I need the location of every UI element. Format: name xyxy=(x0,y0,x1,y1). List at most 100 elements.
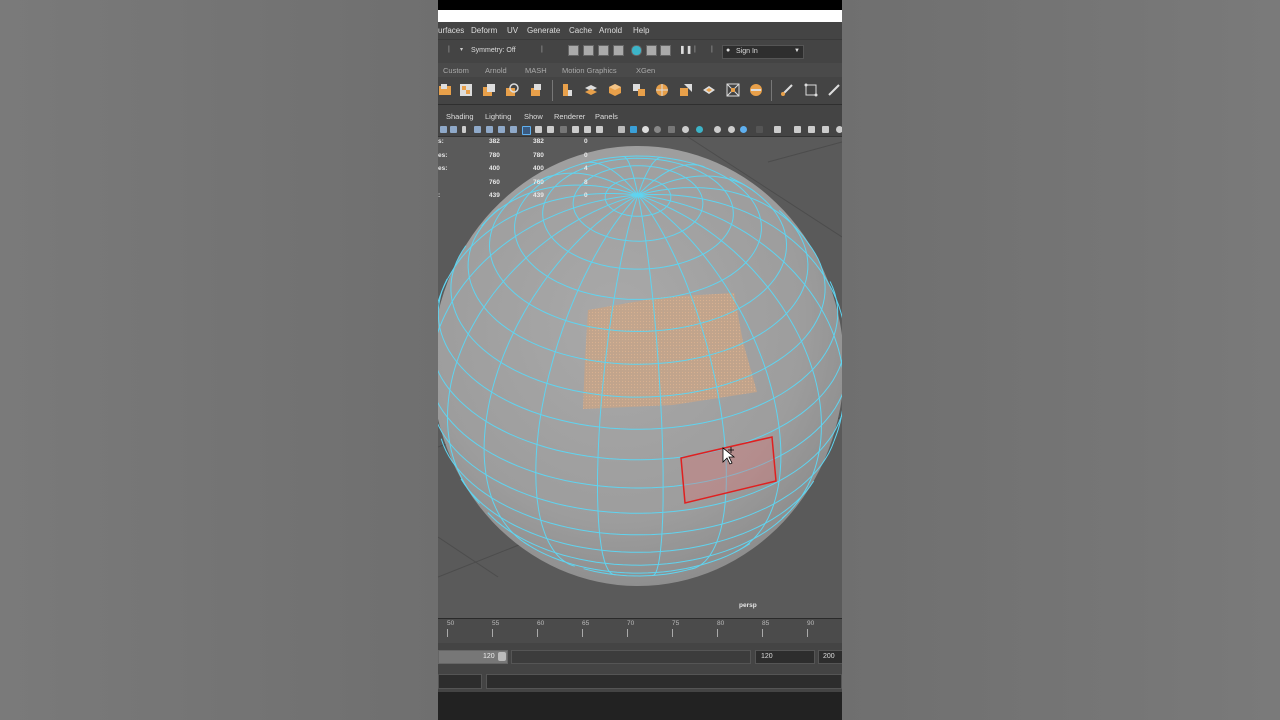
shelf-tool-icon[interactable] xyxy=(679,83,693,97)
shelf-tab-arnold[interactable]: Arnold xyxy=(485,66,507,75)
menu-arnold[interactable]: Arnold xyxy=(599,26,622,35)
range-track[interactable] xyxy=(511,650,751,664)
hud-value: 382 xyxy=(533,138,544,145)
hud-value: 760 xyxy=(489,179,500,186)
playback-end-field[interactable]: 120 xyxy=(755,650,815,664)
toolbar-icon[interactable] xyxy=(583,45,594,56)
top-strip xyxy=(438,0,842,10)
shelf-tool-icon[interactable] xyxy=(655,83,669,97)
panel-tool-icon[interactable] xyxy=(822,126,829,133)
bookmark-icon[interactable] xyxy=(462,126,466,133)
viewport-persp[interactable]: s: 382 382 0 es: 780 780 0 es: 400 400 4… xyxy=(438,137,842,618)
panel-tool-icon[interactable] xyxy=(696,126,703,133)
shaded-cube-icon[interactable] xyxy=(630,126,637,133)
shelf-tab-xgen[interactable]: XGen xyxy=(636,66,655,75)
panel-tool-icon[interactable] xyxy=(596,126,603,133)
shelf xyxy=(438,77,842,105)
menu-help[interactable]: Help xyxy=(633,26,649,35)
grid-toggle-icon[interactable] xyxy=(522,126,531,135)
sphere-icon[interactable] xyxy=(654,126,661,133)
shelf-tab-motion-graphics[interactable]: Motion Graphics xyxy=(562,66,617,75)
panel-tool-icon[interactable] xyxy=(440,126,447,133)
panel-tool-icon[interactable] xyxy=(474,126,481,133)
menu-surfaces[interactable]: urfaces xyxy=(438,26,464,35)
panel-tool-icon[interactable] xyxy=(668,126,675,133)
animation-end-field[interactable]: 200 xyxy=(818,650,842,664)
hud-row-label: : xyxy=(438,192,441,199)
panel-tool-icon[interactable] xyxy=(740,126,747,133)
shelf-tool-icon[interactable] xyxy=(780,83,794,97)
maya-window: urfaces Deform UV Generate Cache Arnold … xyxy=(438,0,842,720)
panel-tool-icon[interactable] xyxy=(560,126,567,133)
panel-tool-icon[interactable] xyxy=(794,126,801,133)
range-slider-handle[interactable] xyxy=(498,652,506,661)
frame-tick-label: 60 xyxy=(537,620,545,627)
dropdown-arrow-icon[interactable]: ▾ xyxy=(460,46,463,53)
panel-menu-renderer[interactable]: Renderer xyxy=(554,112,585,121)
symmetry-dropdown[interactable]: Symmetry: Off xyxy=(471,47,516,54)
shelf-tool-icon[interactable] xyxy=(749,83,763,97)
light-icon[interactable] xyxy=(682,126,689,133)
panel-tool-icon[interactable] xyxy=(450,126,457,133)
range-slider[interactable]: 120 xyxy=(438,650,508,664)
panel-tool-icon[interactable] xyxy=(486,126,493,133)
shelf-tool-icon[interactable] xyxy=(560,83,574,97)
selected-face[interactable] xyxy=(663,293,743,349)
toolbar-icon[interactable] xyxy=(646,45,657,56)
frame-tick-label: 80 xyxy=(717,620,725,627)
sphere-icon[interactable] xyxy=(642,126,649,133)
panel-tool-icon[interactable] xyxy=(808,126,815,133)
shelf-tool-icon[interactable] xyxy=(804,83,818,97)
toolbar-icon[interactable] xyxy=(660,45,671,56)
shelf-tool-icon[interactable] xyxy=(827,83,841,97)
shelf-tool-icon[interactable] xyxy=(505,83,519,97)
wireframe-cube-icon[interactable] xyxy=(618,126,625,133)
panel-tool-icon[interactable] xyxy=(774,126,781,133)
divider-icon: | xyxy=(711,46,713,53)
panel-tool-icon[interactable] xyxy=(535,126,542,133)
panel-tool-icon[interactable] xyxy=(756,126,763,133)
shelf-tool-icon[interactable] xyxy=(726,83,740,97)
shelf-tool-icon[interactable] xyxy=(438,83,452,97)
animation-end-value: 200 xyxy=(823,653,835,660)
panel-menu-show[interactable]: Show xyxy=(524,112,543,121)
panel-tool-icon[interactable] xyxy=(572,126,579,133)
shelf-tool-icon[interactable] xyxy=(584,83,598,97)
panel-tool-icon[interactable] xyxy=(728,126,735,133)
hud-value: 382 xyxy=(489,138,500,145)
shelf-tool-icon[interactable] xyxy=(702,83,716,97)
pause-icon[interactable]: ❚❚ xyxy=(679,45,692,54)
panel-tool-icon[interactable] xyxy=(547,126,554,133)
shelf-tool-icon[interactable] xyxy=(459,83,473,97)
frame-tick-label: 90 xyxy=(807,620,815,627)
panel-menu-lighting[interactable]: Lighting xyxy=(485,112,511,121)
panel-tool-icon[interactable] xyxy=(836,126,842,133)
toolbar-icon[interactable] xyxy=(613,45,624,56)
toolbar-icon[interactable] xyxy=(568,45,579,56)
toolbar-icon[interactable] xyxy=(598,45,609,56)
shelf-tool-icon[interactable] xyxy=(632,83,646,97)
time-slider[interactable]: 50 55 60 65 70 75 80 85 90 xyxy=(438,618,842,643)
panel-tool-icon[interactable] xyxy=(510,126,517,133)
render-icon[interactable] xyxy=(631,45,642,56)
menu-cache[interactable]: Cache xyxy=(569,26,592,35)
shelf-tool-icon[interactable] xyxy=(529,83,543,97)
panel-tool-icon[interactable] xyxy=(498,126,505,133)
panel-menu-shading[interactable]: Shading xyxy=(446,112,474,121)
panel-tool-icon[interactable] xyxy=(584,126,591,133)
command-input[interactable] xyxy=(486,674,842,689)
panel-tool-icon[interactable] xyxy=(714,126,721,133)
shelf-tab-custom[interactable]: Custom xyxy=(443,66,469,75)
menu-generate[interactable]: Generate xyxy=(527,26,560,35)
frame-tick-label: 65 xyxy=(582,620,590,627)
shelf-tab-mash[interactable]: MASH xyxy=(525,66,547,75)
command-type-field[interactable] xyxy=(438,674,482,689)
shelf-tool-icon[interactable] xyxy=(608,83,622,97)
sign-in-dropdown[interactable]: ● Sign In ▼ xyxy=(722,45,804,59)
menu-deform[interactable]: Deform xyxy=(471,26,497,35)
shelf-tool-icon[interactable] xyxy=(482,83,496,97)
frame-tick-label: 50 xyxy=(447,620,455,627)
menu-uv[interactable]: UV xyxy=(507,26,518,35)
chevron-down-icon: ▼ xyxy=(794,48,800,54)
panel-menu-panels[interactable]: Panels xyxy=(595,112,618,121)
